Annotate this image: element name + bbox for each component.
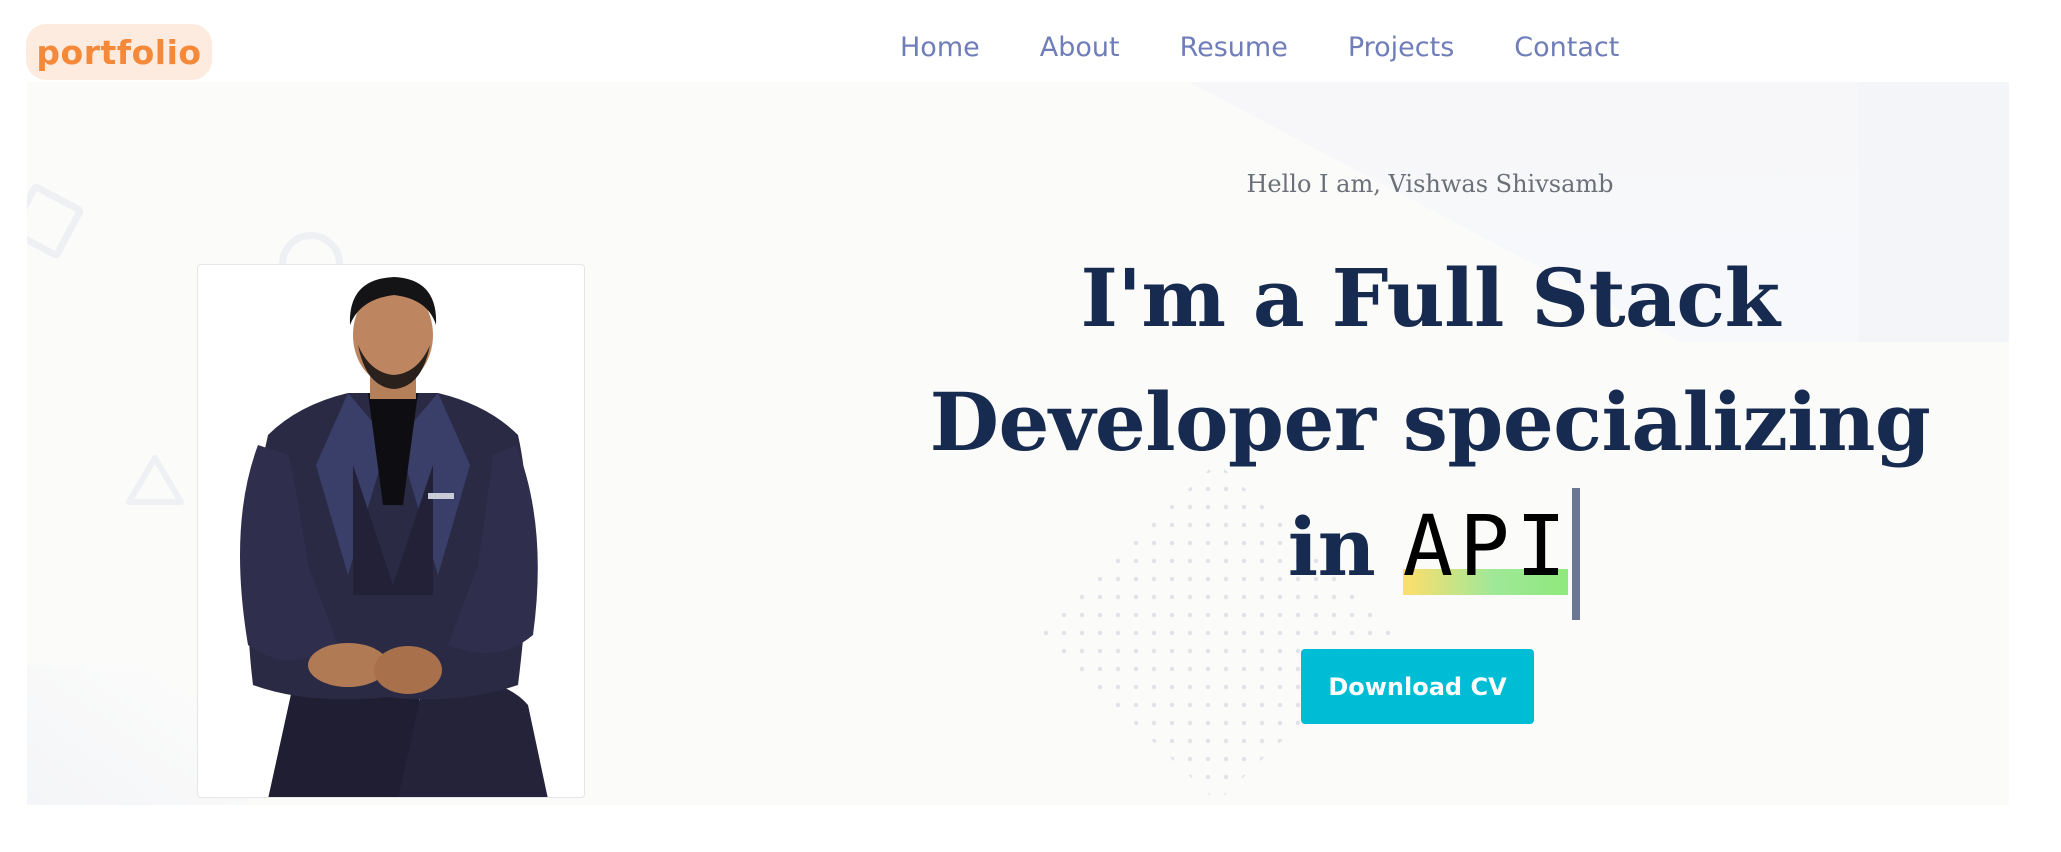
nav-projects-link[interactable]: Projects xyxy=(1348,32,1454,63)
typed-text-container: API xyxy=(1402,484,1581,620)
triangle-outline-icon xyxy=(126,455,184,505)
headline-line-2: Developer specializing xyxy=(929,375,1931,469)
nav-home-link[interactable]: Home xyxy=(900,32,980,63)
logo[interactable]: portfolio xyxy=(26,24,212,80)
nav-resume-link[interactable]: Resume xyxy=(1180,32,1288,63)
nav-about-link[interactable]: About xyxy=(1040,32,1120,63)
headline-line-3-prefix: in xyxy=(1287,500,1403,594)
profile-photo xyxy=(197,264,585,798)
typed-text: API xyxy=(1402,497,1573,595)
hero-headline: I'm a Full Stack Developer specializing … xyxy=(880,236,1980,620)
typing-cursor xyxy=(1572,488,1581,620)
nav-contact-link[interactable]: Contact xyxy=(1514,32,1619,63)
headline-line-3: in API xyxy=(880,484,1980,620)
download-cv-button[interactable]: Download CV xyxy=(1301,649,1534,724)
hero-greeting: Hello I am, Vishwas Shivsamb xyxy=(1246,170,1614,198)
main-nav: Home About Resume Projects Contact xyxy=(900,32,1619,63)
rounded-square-outline-icon xyxy=(27,181,86,261)
headline-line-1: I'm a Full Stack xyxy=(1080,251,1781,345)
person-illustration xyxy=(240,277,548,797)
